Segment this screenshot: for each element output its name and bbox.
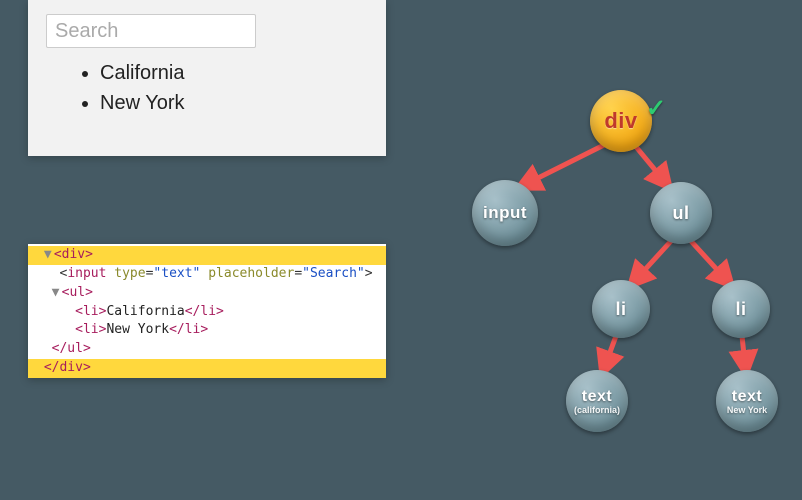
node-label: input xyxy=(483,203,527,223)
tree-node-li: li xyxy=(712,280,770,338)
code-line: <li>New York</li> xyxy=(28,321,386,340)
node-label: text xyxy=(582,388,612,406)
node-sublabel: (california) xyxy=(574,405,620,415)
tree-node-input: input xyxy=(472,180,538,246)
node-label: li xyxy=(615,299,626,320)
tree-node-text: text New York xyxy=(716,370,778,432)
disclosure-arrow-icon: ▼ xyxy=(44,246,54,265)
tree-node-ul: ul xyxy=(650,182,712,244)
code-line: </div> xyxy=(28,359,386,378)
search-input[interactable] xyxy=(46,14,256,48)
code-line: ▼<div> xyxy=(28,246,386,265)
code-line: ▼<ul> xyxy=(28,284,386,303)
list-item: New York xyxy=(100,88,368,118)
rendered-ui-panel: California New York xyxy=(28,0,386,156)
node-label: text xyxy=(732,388,762,406)
check-icon: ✓ xyxy=(646,94,666,123)
node-label: div xyxy=(604,108,637,134)
list-item: California xyxy=(100,58,368,88)
code-inspector-panel: ▼<div> <input type="text" placeholder="S… xyxy=(28,244,386,378)
tree-node-div: div xyxy=(590,90,652,152)
disclosure-arrow-icon: ▼ xyxy=(52,284,62,303)
results-list: California New York xyxy=(46,58,368,118)
tree-node-li: li xyxy=(592,280,650,338)
node-label: li xyxy=(735,299,746,320)
node-label: ul xyxy=(673,203,690,224)
code-line: <li>California</li> xyxy=(28,303,386,322)
code-line: <input type="text" placeholder="Search"> xyxy=(28,265,386,284)
node-sublabel: New York xyxy=(727,405,767,415)
tree-node-text: text (california) xyxy=(566,370,628,432)
code-line: </ul> xyxy=(28,340,386,359)
dom-tree-diagram: div ✓ input ul li li text (california) t… xyxy=(440,70,800,490)
